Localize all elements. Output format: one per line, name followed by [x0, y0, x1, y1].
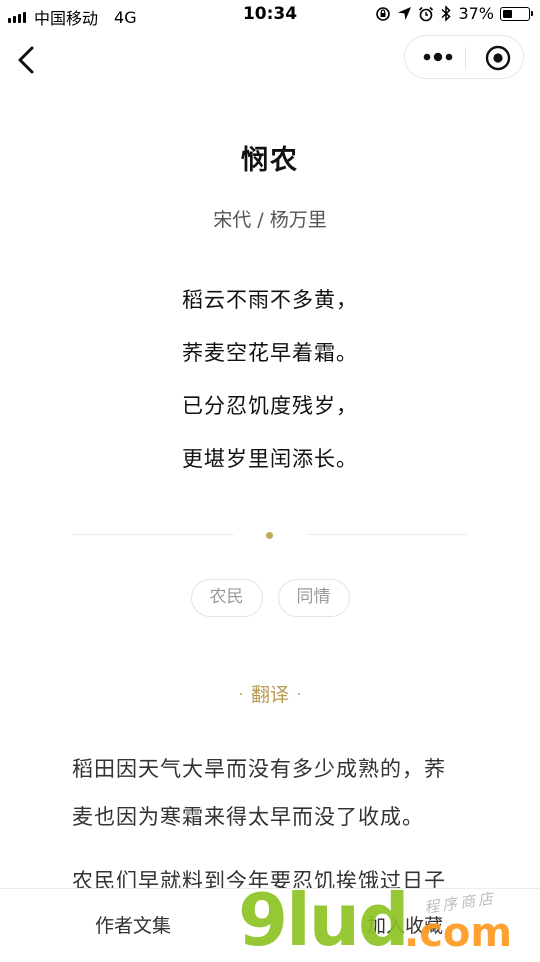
alarm-icon [419, 6, 434, 21]
status-right: 37% [375, 4, 533, 23]
poem-line: 稻云不雨不多黄， [182, 288, 358, 312]
battery-percent: 37% [458, 4, 494, 23]
bottom-bar-divider [270, 911, 271, 939]
add-favorite-button[interactable]: 加入收藏 [367, 911, 443, 938]
target-close-icon[interactable] [485, 45, 511, 71]
battery-fill [503, 9, 512, 18]
tag-list: 农民 同情 [0, 579, 540, 617]
author-works-button[interactable]: 作者文集 [95, 911, 171, 938]
poem-body: 稻云不雨不多黄， 荞麦空花早着霜。 已分忍饥度残岁， 更堪岁里闰添长。 [0, 282, 540, 494]
translation-title: 翻译 [250, 684, 289, 706]
capsule-divider [465, 47, 466, 69]
back-chevron-icon[interactable] [12, 44, 44, 76]
mini-program-capsule [404, 35, 524, 79]
battery-icon [500, 6, 533, 21]
status-bar: 中国移动 4G 10:34 37% [0, 0, 540, 30]
poem-line: 荞麦空花早着霜。 [182, 341, 358, 365]
tag-sympathy[interactable]: 同情 [277, 579, 350, 617]
location-icon [398, 6, 412, 21]
tag-farmer[interactable]: 农民 [190, 579, 263, 617]
bottom-action-bar: 作者文集 加入收藏 [0, 888, 540, 961]
translation-line: 稻田因天气大旱而没有多少成熟的，荞 [72, 757, 446, 781]
heading-dot-left: · [238, 687, 243, 703]
heading-dot-right: · [297, 687, 302, 703]
poem-author[interactable]: 宋代 / 杨万里 [0, 205, 540, 232]
poem-line: 更堪岁里闰添长。 [182, 447, 358, 471]
poem-line: 已分忍饥度残岁， [182, 394, 358, 418]
translation-line: 麦也因为寒霜来得太早而没了收成。 [72, 805, 424, 829]
poem-title: 悯农 [241, 145, 299, 176]
translation-heading: · 翻译 · [0, 680, 540, 707]
more-dots-icon[interactable] [423, 50, 453, 64]
divider-left [72, 534, 234, 535]
rotation-lock-icon [376, 6, 391, 21]
bluetooth-icon [441, 5, 452, 22]
divider-right [306, 534, 468, 535]
divider-dot [266, 532, 273, 539]
